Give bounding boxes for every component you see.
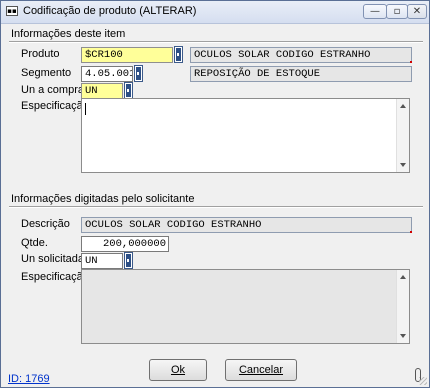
vertical-scrollbar[interactable] bbox=[396, 99, 409, 172]
ok-label: Ok bbox=[170, 364, 186, 376]
lookup-icon bbox=[176, 48, 181, 61]
unidade-solicitada-lookup-button[interactable] bbox=[124, 252, 133, 269]
required-marker bbox=[410, 231, 412, 233]
close-button[interactable]: ✕ bbox=[407, 4, 427, 19]
solicitante-section-title: Informações digitadas pelo solicitante bbox=[11, 193, 195, 205]
segmento-lookup-button[interactable] bbox=[134, 65, 143, 82]
ok-button[interactable]: Ok bbox=[149, 359, 207, 381]
dialog-window: ▪▪ Codificação de produto (ALTERAR) — ▫ … bbox=[0, 0, 430, 388]
id-link[interactable]: ID: 1769 bbox=[8, 373, 50, 385]
qtde-field: 200,000000 bbox=[81, 236, 169, 252]
resize-grip[interactable] bbox=[419, 377, 427, 385]
scroll-up-icon[interactable] bbox=[400, 275, 406, 279]
segmento-input[interactable]: 4.05.001 bbox=[81, 66, 133, 82]
title-bar[interactable]: ▪▪ Codificação de produto (ALTERAR) — ▫ … bbox=[1, 1, 429, 24]
lookup-icon bbox=[126, 254, 131, 267]
especificacao-label: Especificação bbox=[21, 100, 89, 112]
descricao-field: OCULOS SOLAR CODIGO ESTRANHO bbox=[81, 217, 412, 233]
produto-input[interactable]: $CR100 bbox=[81, 47, 173, 63]
cancel-button[interactable]: Cancelar bbox=[225, 359, 297, 381]
lookup-icon bbox=[136, 67, 141, 80]
qtde-label: Qtde. bbox=[21, 237, 48, 249]
lookup-icon bbox=[126, 84, 131, 97]
scroll-down-icon[interactable] bbox=[400, 163, 406, 167]
produto-label: Produto bbox=[21, 48, 60, 60]
especificacao-solicitante-label: Especificação bbox=[21, 271, 89, 283]
segmento-description-field: REPOSIÇÃO DE ESTOQUE bbox=[190, 66, 412, 82]
unidade-solicitada-label: Un solicitada bbox=[21, 253, 84, 265]
unidade-input[interactable]: UN bbox=[81, 83, 123, 99]
unidade-label: Un a comprar bbox=[21, 84, 88, 96]
section-divider bbox=[9, 41, 423, 43]
minimize-button[interactable]: — bbox=[363, 4, 387, 19]
required-marker bbox=[410, 61, 412, 63]
maximize-button[interactable]: ▫ bbox=[386, 4, 408, 19]
especificacao-textarea[interactable] bbox=[81, 98, 410, 173]
descricao-label: Descrição bbox=[21, 218, 70, 230]
unidade-lookup-button[interactable] bbox=[124, 82, 133, 99]
segmento-label: Segmento bbox=[21, 67, 72, 79]
item-section-title: Informações deste item bbox=[11, 28, 126, 40]
text-caret bbox=[85, 103, 86, 115]
unidade-solicitada-field: UN bbox=[81, 253, 123, 269]
produto-lookup-button[interactable] bbox=[174, 46, 183, 63]
app-icon[interactable]: ▪▪ bbox=[6, 6, 18, 16]
window-title: Codificação de produto (ALTERAR) bbox=[23, 5, 197, 17]
produto-description-field: OCULOS SOLAR CODIGO ESTRANHO bbox=[190, 47, 412, 63]
section-divider bbox=[9, 206, 423, 208]
scroll-up-icon[interactable] bbox=[400, 104, 406, 108]
vertical-scrollbar[interactable] bbox=[396, 270, 409, 343]
especificacao-solicitante-textarea bbox=[81, 269, 410, 344]
cancel-label: Cancelar bbox=[238, 364, 284, 376]
scroll-down-icon[interactable] bbox=[400, 334, 406, 338]
